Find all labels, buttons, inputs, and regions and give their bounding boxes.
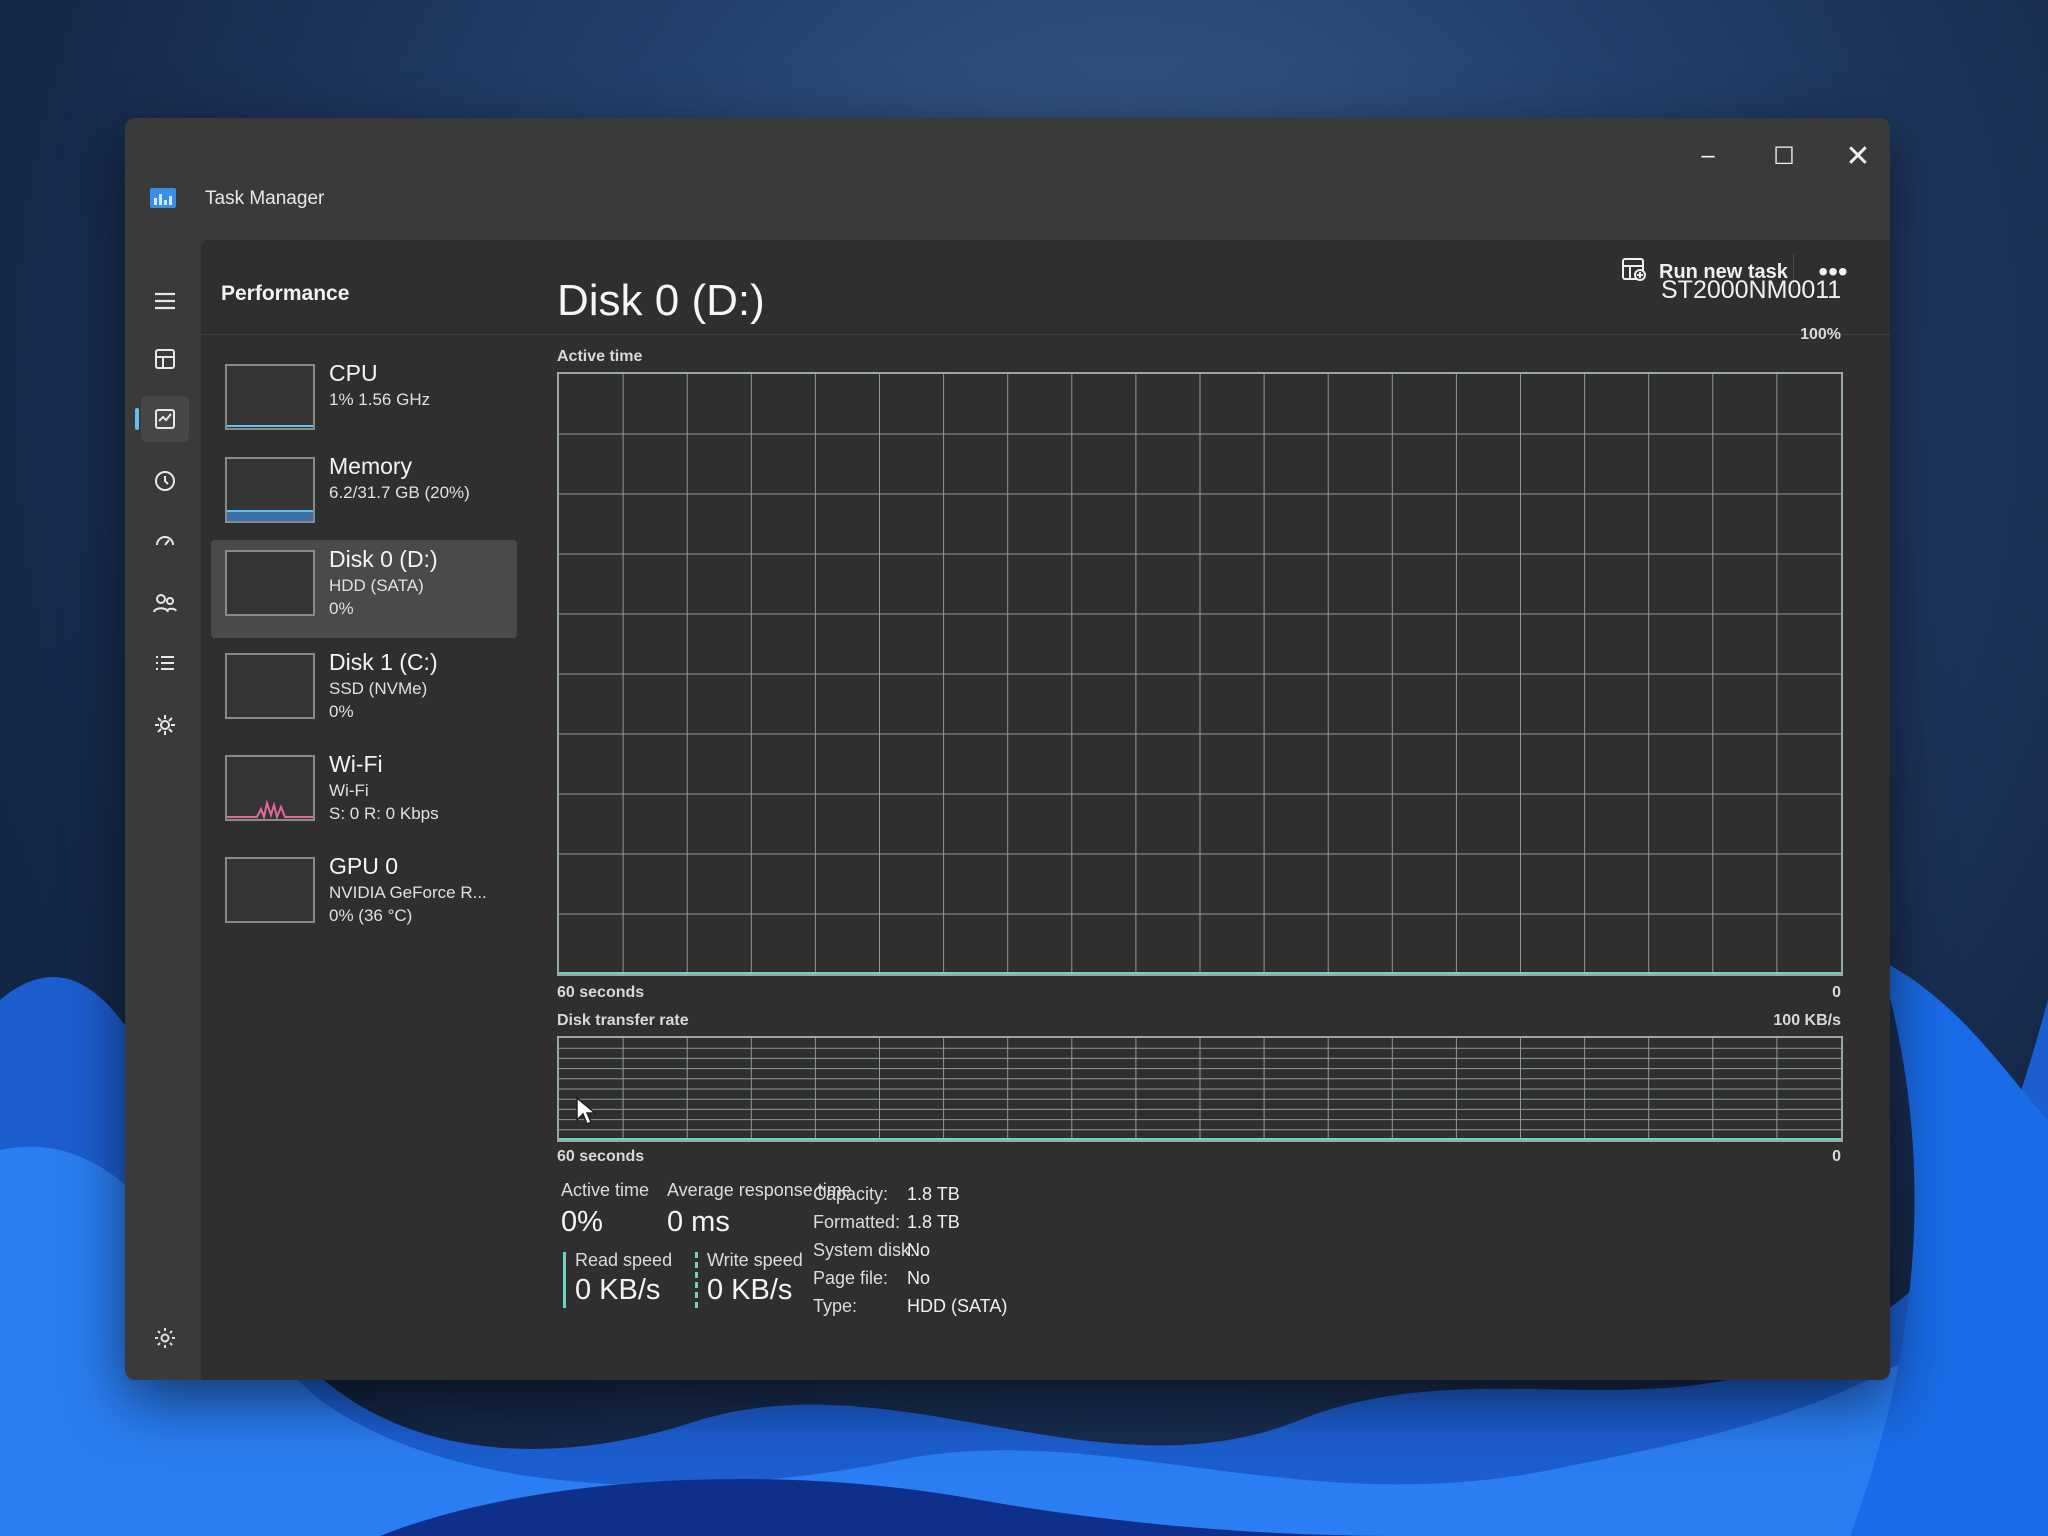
task-manager-icon	[149, 186, 177, 210]
maximize-button[interactable]: ☐	[1753, 130, 1815, 182]
active-time-graph-min: 0	[1832, 984, 1841, 1001]
page-title: Performance	[221, 282, 350, 305]
resource-item-gpu-0[interactable]: GPU 0 NVIDIA GeForce R... 0% (36 °C)	[211, 847, 517, 945]
settings-gear-icon[interactable]	[145, 1318, 185, 1358]
detail-title: Disk 0 (D:)	[557, 276, 765, 325]
app-history-icon[interactable]	[141, 458, 189, 504]
resource-detail: NVIDIA GeForce R...	[329, 883, 487, 902]
page-file-value: No	[907, 1268, 931, 1288]
memory-mini-graph	[225, 457, 315, 523]
startup-apps-icon[interactable]	[141, 518, 189, 564]
details-icon[interactable]	[141, 640, 189, 686]
write-speed-label: Write speed	[707, 1250, 803, 1270]
disk-model: ST2000NM0011	[1661, 276, 1842, 304]
cpu-mini-graph	[225, 364, 315, 430]
formatted-key: Formatted:	[813, 1212, 901, 1232]
resource-name: Wi-Fi	[329, 751, 383, 777]
resource-usage: 0% (36 °C)	[329, 906, 413, 925]
capacity-key: Capacity:	[813, 1184, 889, 1204]
capacity-value: 1.8 TB	[907, 1184, 960, 1204]
services-icon[interactable]	[141, 702, 189, 748]
users-icon[interactable]	[141, 580, 189, 626]
type-key: Type:	[813, 1296, 858, 1316]
run-task-icon	[1621, 257, 1647, 287]
resource-detail: HDD (SATA)	[329, 576, 424, 595]
resource-detail: 1% 1.56 GHz	[329, 390, 431, 409]
transfer-rate-graph-label: Disk transfer rate	[557, 1012, 689, 1029]
system-disk-key: System disk:	[813, 1240, 916, 1260]
resource-usage: 0%	[329, 702, 354, 721]
resource-name: GPU 0	[329, 853, 399, 879]
active-time-graph-max: 100%	[1800, 326, 1841, 343]
active-time-graph-timespan: 60 seconds	[557, 984, 645, 1001]
read-speed-legend-line	[563, 1252, 566, 1308]
resource-item-disk-1[interactable]: Disk 1 (C:) SSD (NVMe) 0%	[211, 643, 517, 741]
active-time-graph	[557, 372, 1843, 976]
window-title: Task Manager	[205, 188, 325, 209]
transfer-rate-grid	[559, 1038, 1841, 1140]
task-manager-window: Task Manager – ☐ ✕ Performance Run new t…	[125, 118, 1890, 1380]
resource-item-disk-0[interactable]: Disk 0 (D:) HDD (SATA) 0%	[211, 540, 517, 638]
read-speed-label: Read speed	[575, 1250, 673, 1270]
resource-item-memory[interactable]: Memory 6.2/31.7 GB (20%)	[211, 447, 517, 545]
active-time-grid	[559, 374, 1841, 974]
system-disk-value: No	[907, 1240, 931, 1260]
performance-icon[interactable]	[135, 396, 189, 442]
resource-detail: Wi-Fi	[329, 781, 369, 800]
gpu-mini-graph	[225, 857, 315, 923]
transfer-rate-graph	[557, 1036, 1843, 1142]
page-file-key: Page file:	[813, 1268, 889, 1288]
transfer-rate-graph-timespan: 60 seconds	[557, 1148, 645, 1165]
active-time-value: 0%	[561, 1206, 603, 1238]
resource-usage: S: 0 R: 0 Kbps	[329, 804, 439, 823]
wifi-mini-graph	[225, 755, 315, 821]
navigation-rail	[125, 268, 205, 1380]
close-button[interactable]: ✕	[1827, 130, 1889, 182]
transfer-rate-graph-max: 100 KB/s	[1773, 1012, 1841, 1029]
resource-name: Disk 0 (D:)	[329, 546, 438, 572]
hamburger-menu-icon[interactable]	[141, 278, 189, 324]
resource-name: CPU	[329, 360, 378, 386]
header-rule	[201, 334, 1890, 335]
type-value: HDD (SATA)	[907, 1296, 1008, 1316]
transfer-rate-graph-min: 0	[1832, 1148, 1841, 1165]
resource-name: Memory	[329, 453, 413, 479]
disk-1-mini-graph	[225, 653, 315, 719]
mouse-pointer-icon	[576, 1096, 597, 1126]
title-bar[interactable]: Task Manager – ☐ ✕	[125, 118, 1890, 209]
write-speed-legend-line	[695, 1252, 698, 1308]
performance-page: Performance Run new task ••• CPU 1% 1.56…	[201, 240, 1890, 1380]
active-time-label: Active time	[561, 1180, 650, 1200]
write-speed-value: 0 KB/s	[707, 1274, 793, 1306]
resource-detail: 6.2/31.7 GB (20%)	[329, 483, 470, 502]
resource-detail: SSD (NVMe)	[329, 679, 428, 698]
formatted-value: 1.8 TB	[907, 1212, 960, 1232]
disk-0-mini-graph	[225, 550, 315, 616]
resource-name: Disk 1 (C:)	[329, 649, 438, 675]
active-time-graph-label: Active time	[557, 348, 643, 365]
resource-item-cpu[interactable]: CPU 1% 1.56 GHz	[211, 354, 517, 452]
avg-response-value: 0 ms	[667, 1206, 730, 1238]
active-indicator	[135, 408, 139, 430]
resource-usage: 0%	[329, 599, 354, 618]
resource-item-wifi[interactable]: Wi-Fi Wi-Fi S: 0 R: 0 Kbps	[211, 745, 517, 843]
minimize-button[interactable]: –	[1677, 130, 1739, 182]
processes-icon[interactable]	[141, 336, 189, 382]
read-speed-value: 0 KB/s	[575, 1274, 661, 1306]
